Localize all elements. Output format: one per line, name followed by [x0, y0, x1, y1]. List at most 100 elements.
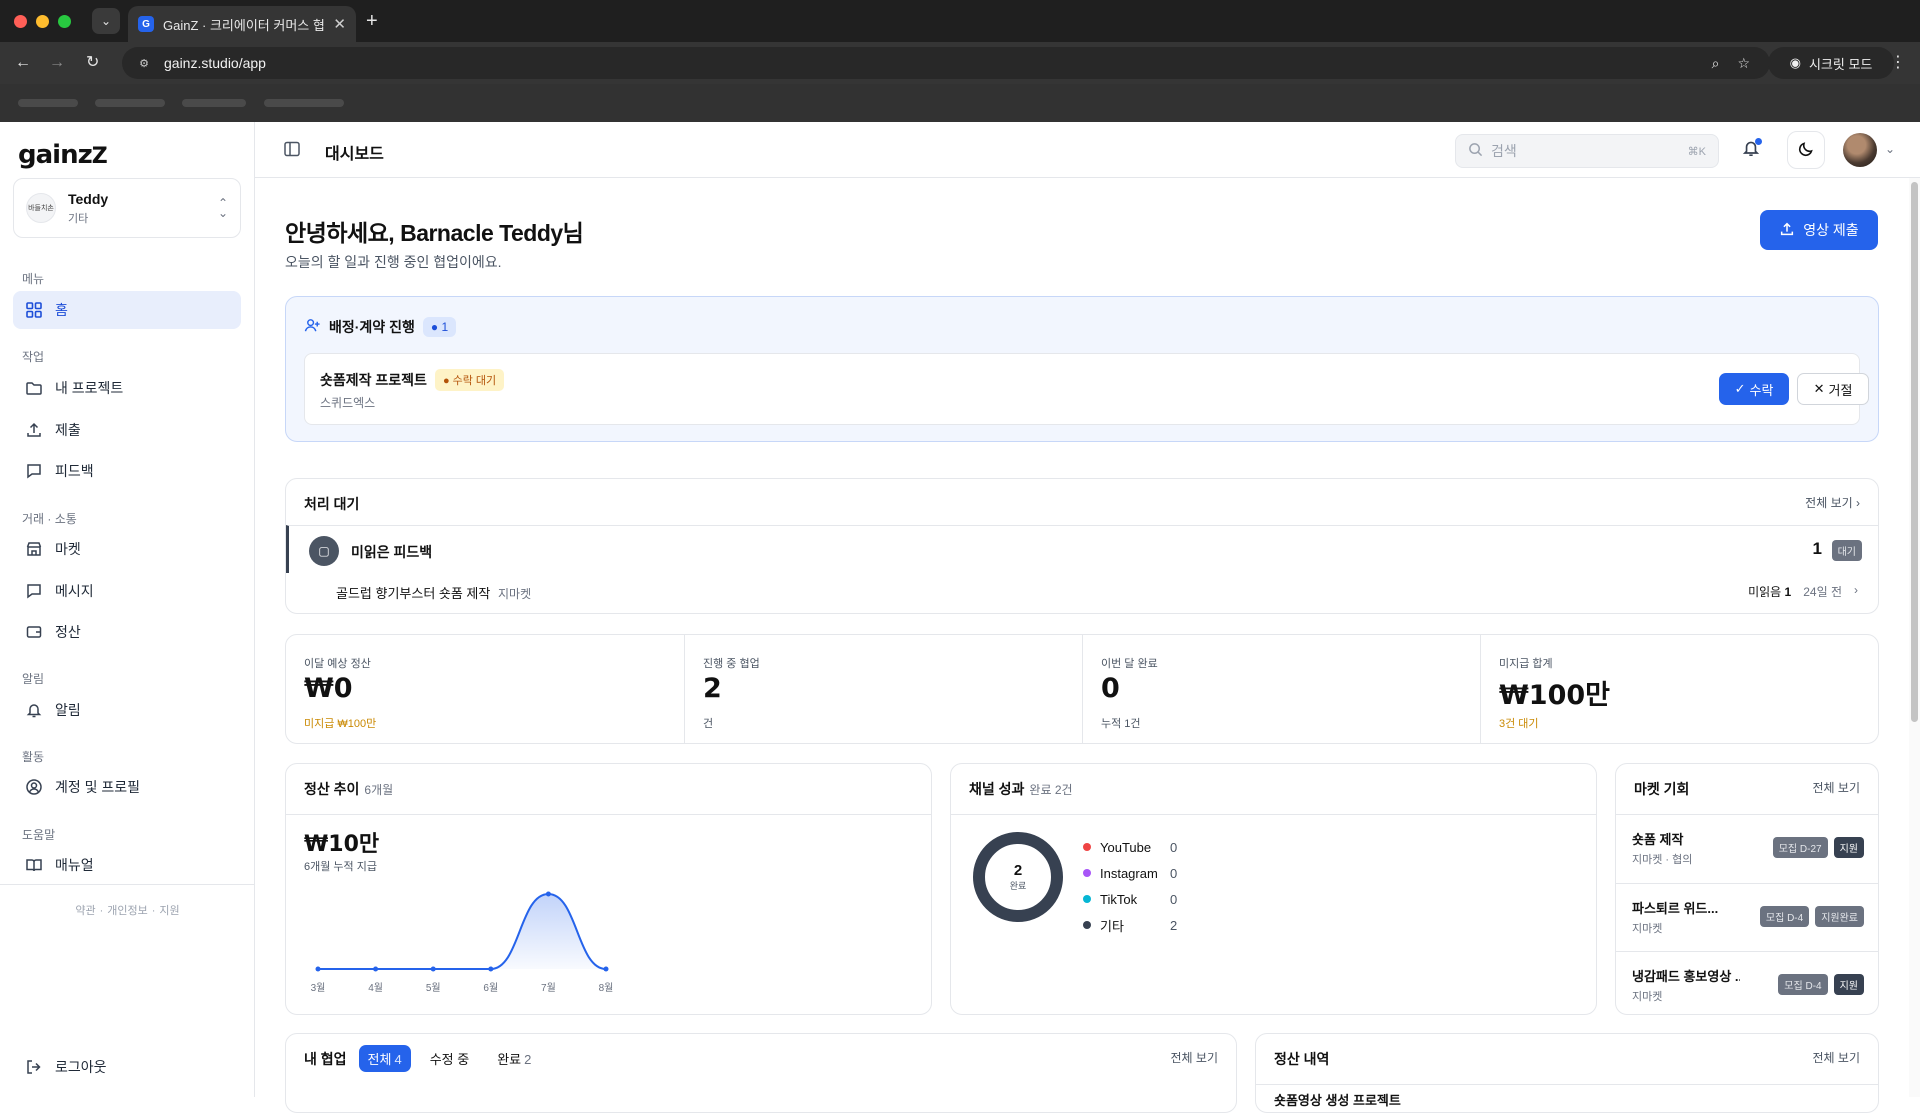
legend-value: 0 — [1170, 839, 1178, 855]
address-bar[interactable]: ⚙ gainz.studio/app — [122, 47, 1770, 79]
deadline-badge: 모집 D-4 — [1778, 974, 1828, 995]
workspace-name: Teddy — [68, 190, 109, 207]
sidebar-item-messages[interactable]: 메시지 — [13, 572, 241, 610]
tab-in-revision[interactable]: 수정 중 — [421, 1045, 479, 1072]
scrollbar-thumb[interactable] — [1911, 182, 1918, 722]
close-window-button[interactable] — [14, 15, 27, 28]
assignment-item[interactable]: 숏폼제작 프로젝트 ● 수락 대기 스퀴드엑스 ✓ 수락 ✕ 거절 — [304, 353, 1869, 425]
chevron-down-icon[interactable]: ⌄ — [1885, 142, 1895, 156]
tab-search-button[interactable]: ⌄ — [92, 8, 120, 34]
sidebar-item-submit[interactable]: 제출 — [13, 411, 241, 449]
collab-see-all-link[interactable]: 전체 보기 — [1171, 1049, 1219, 1066]
pending-item-title: 골드럽 향기부스터 숏폼 제작 — [336, 586, 491, 601]
chevron-right-icon[interactable]: › — [1854, 583, 1858, 600]
trend-sub: 6개월 누적 지급 — [304, 861, 377, 873]
market-see-all-link[interactable]: 전체 보기 — [1813, 779, 1861, 796]
sidebar-item-manual[interactable]: 매뉴얼 — [13, 846, 241, 884]
workspace-switcher[interactable]: 바들치손 Teddy 기타 ⌃ ⌄ — [13, 178, 241, 238]
trend-x-tick-label: 8월 — [599, 982, 614, 994]
market-item[interactable]: 냉감패드 홍보영상 ... 지마켓 모집 D-4 지원 — [1616, 951, 1878, 1019]
donut-total-label: 완료 — [1009, 880, 1027, 891]
channel-sub: 완료 2건 — [1029, 783, 1073, 797]
site-info-icon[interactable]: ⚙ — [136, 55, 152, 71]
market-item[interactable]: 숏폼 제작 지마켓 · 협의 모집 D-27 지원 — [1616, 815, 1878, 883]
search-input[interactable]: 검색 ⌘K — [1455, 134, 1719, 168]
status-badge: ● 수락 대기 — [434, 369, 505, 391]
stat-unpaid-total: 미지급 합계 ₩100만 3건 대기 — [1480, 635, 1878, 743]
main-content: 안녕하세요, Barnacle Teddy님 오늘의 할 일과 진행 중인 협업… — [255, 178, 1920, 1113]
stat-label: 이달 예상 정산 — [304, 658, 371, 670]
reload-icon[interactable]: ↻ — [86, 53, 99, 73]
zoom-icon[interactable]: ⌕ — [1712, 55, 1720, 72]
gainz-logo[interactable]: gainzZ — [18, 140, 108, 170]
apply-badge[interactable]: 지원 — [1833, 974, 1864, 995]
maximize-window-button[interactable] — [58, 15, 71, 28]
sidebar-toggle-icon[interactable] — [283, 140, 301, 161]
settlement-row[interactable]: 숏폼영상 생성 프로젝트 — [1274, 1090, 1401, 1109]
market-item[interactable]: 파스퇴르 위드... 지마켓 모집 D-4 지원완료 — [1616, 883, 1878, 951]
support-link[interactable]: 지원 — [159, 905, 179, 917]
theme-toggle-button[interactable] — [1787, 131, 1825, 169]
sidebar-item-feedback[interactable]: 피드백 — [13, 452, 241, 490]
legend-name: TikTok — [1100, 891, 1138, 907]
apply-badge[interactable]: 지원 — [1833, 837, 1864, 858]
reject-button[interactable]: ✕ 거절 — [1797, 373, 1869, 405]
pending-feedback-item[interactable]: 골드럽 향기부스터 숏폼 제작 지마켓 — [336, 583, 531, 602]
privacy-link[interactable]: 개인정보 — [107, 905, 147, 917]
section-label-activity: 활동 — [22, 750, 45, 764]
accept-button[interactable]: ✓ 수락 — [1719, 373, 1789, 405]
bookmark-star-icon[interactable]: ☆ — [1737, 55, 1750, 72]
bookmark-item[interactable] — [18, 99, 78, 107]
pending-see-all-link[interactable]: 전체 보기 › — [1805, 494, 1860, 511]
settlement-see-all-link[interactable]: 전체 보기 — [1813, 1049, 1861, 1066]
unread-feedback-row[interactable]: ▢ 미읽은 피드백 1 대기 — [286, 525, 1878, 573]
trend-point — [545, 891, 551, 897]
market-item-sub: 지마켓 — [1632, 991, 1663, 1003]
legend-name: YouTube — [1100, 839, 1152, 855]
sidebar-item-label: 정산 — [55, 624, 81, 640]
section-label-help: 도움말 — [22, 828, 56, 842]
logout-button[interactable]: 로그아웃 — [13, 1048, 241, 1086]
new-tab-button[interactable]: + — [366, 9, 378, 33]
forward-arrow-icon[interactable]: → — [49, 53, 65, 73]
incognito-label: 시크릿 모드 — [1808, 56, 1873, 72]
tab-all[interactable]: 전체 4 — [358, 1045, 411, 1072]
bookmark-item[interactable] — [182, 99, 246, 107]
back-arrow-icon[interactable]: ← — [15, 53, 31, 73]
sidebar-item-settlement[interactable]: 정산 — [13, 613, 241, 651]
browser-tab-active[interactable]: G GainZ · 크리에이터 커머스 협업 O ✕ — [128, 6, 356, 42]
minimize-window-button[interactable] — [36, 15, 49, 28]
sidebar: gainzZ 바들치손 Teddy 기타 ⌃ ⌄ 메뉴 홈 작업 내 프로젝트 제… — [0, 122, 255, 1097]
sidebar-item-market[interactable]: 마켓 — [13, 530, 241, 568]
message-icon — [25, 582, 43, 600]
terms-link[interactable]: 약관 — [75, 905, 95, 917]
book-icon — [25, 856, 43, 874]
section-label-work: 작업 — [22, 350, 45, 364]
browser-tab-title: GainZ · 크리에이터 커머스 협업 O — [163, 17, 325, 33]
stat-sub: 건 — [703, 718, 714, 730]
moon-icon — [1797, 140, 1815, 161]
home-grid-icon — [25, 301, 43, 319]
tab-completed[interactable]: 완료 2 — [488, 1045, 540, 1072]
incognito-indicator[interactable]: ◉ 시크릿 모드 — [1768, 47, 1894, 79]
more-menu-icon[interactable]: ⋮ — [1890, 52, 1906, 72]
bell-icon — [25, 701, 43, 719]
legend-item: 기타 2 — [1083, 912, 1177, 938]
submit-video-button[interactable]: 영상 제출 — [1760, 210, 1878, 250]
trend-x-tick-label: 6월 — [483, 982, 498, 994]
unread-count: 1 — [1784, 585, 1792, 599]
url-text: gainz.studio/app — [164, 55, 266, 71]
sidebar-item-my-projects[interactable]: 내 프로젝트 — [13, 369, 241, 407]
bookmark-item[interactable] — [264, 99, 344, 107]
sidebar-item-notifications[interactable]: 알림 — [13, 691, 241, 729]
close-icon[interactable]: ✕ — [333, 15, 346, 33]
sidebar-item-home[interactable]: 홈 — [13, 291, 241, 329]
channel-donut-chart: 2 완료 — [973, 832, 1063, 922]
pending-item-meta: 미읽음 1 24일 전 › — [1748, 583, 1858, 600]
bookmark-item[interactable] — [95, 99, 165, 107]
user-avatar[interactable] — [1843, 133, 1877, 167]
browser-tab-strip: ⌄ G GainZ · 크리에이터 커머스 협업 O ✕ + — [0, 0, 1920, 42]
chevron-updown-icon: ⌃ ⌄ — [217, 196, 228, 220]
stat-sub: 누적 1건 — [1101, 718, 1141, 730]
sidebar-item-account[interactable]: 계정 및 프로필 — [13, 768, 241, 806]
